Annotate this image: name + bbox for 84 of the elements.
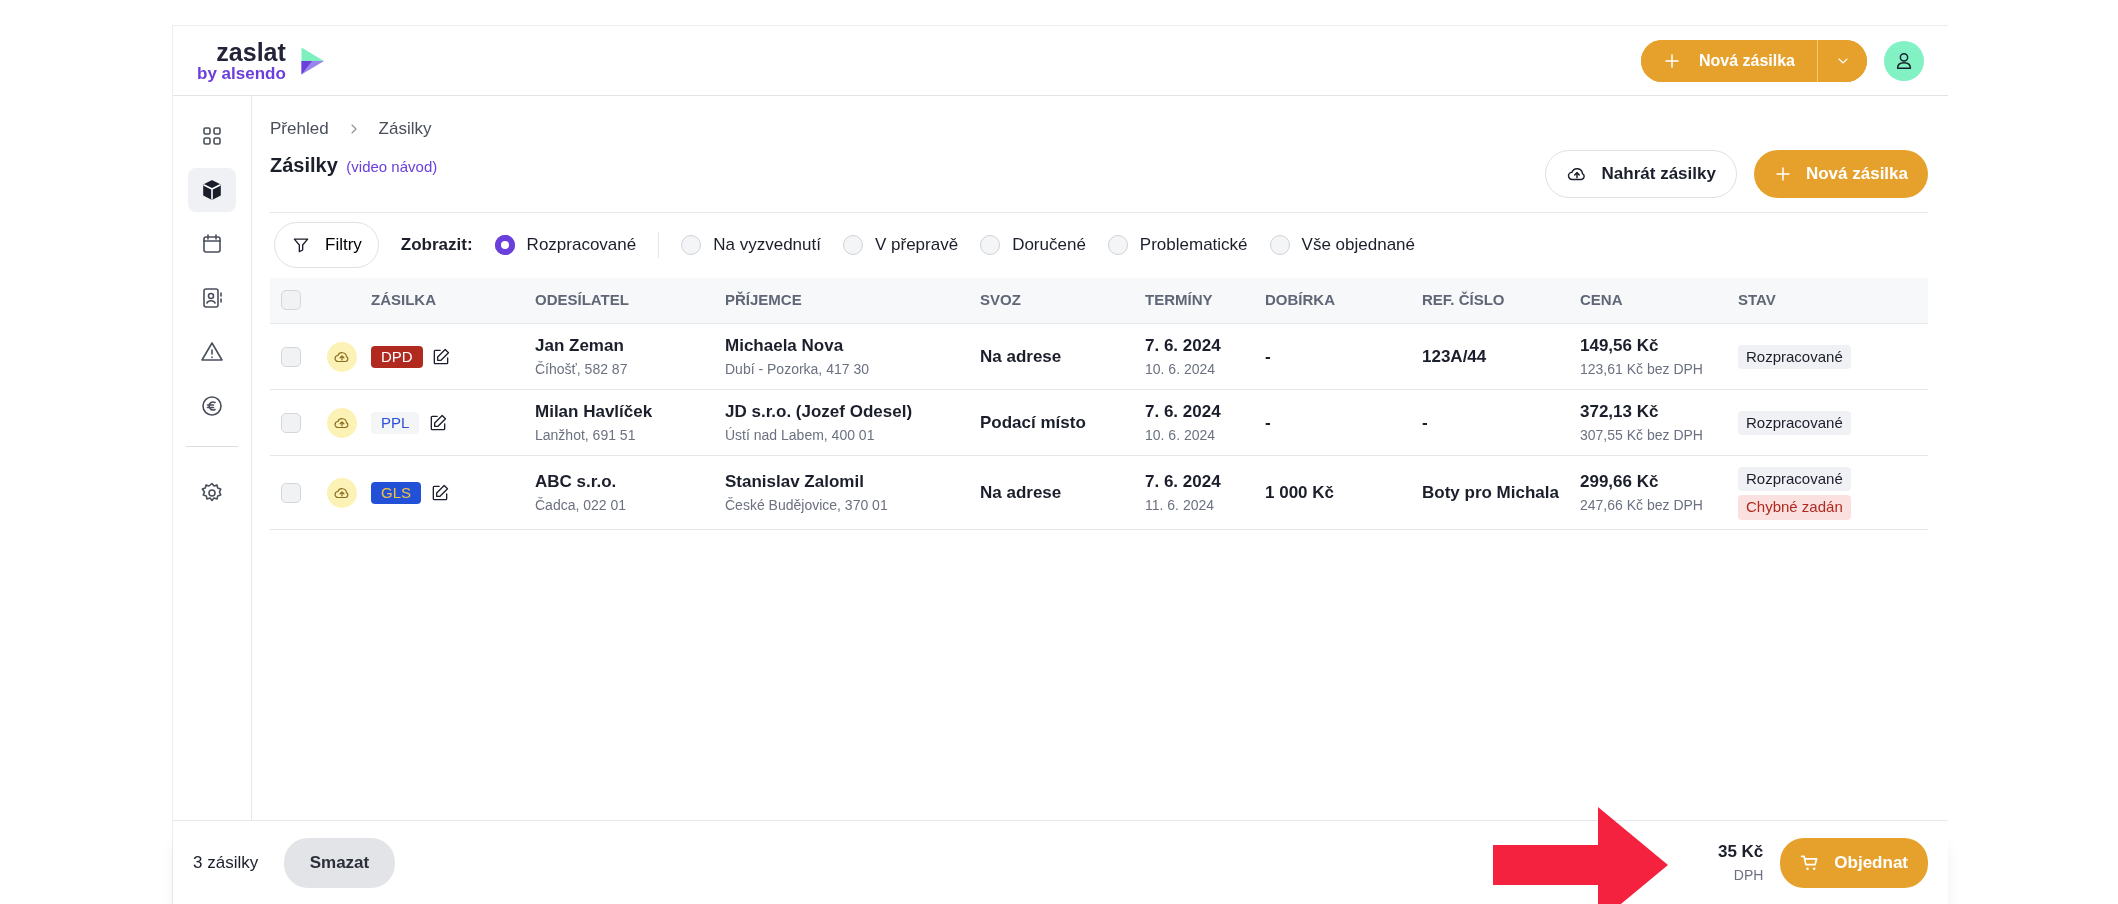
filter-label: Zobrazit: — [400, 234, 473, 257]
row-checkbox[interactable] — [281, 412, 301, 433]
logo-wordmark: zaslat — [216, 39, 286, 65]
status-filter-option[interactable]: V přepravě — [842, 232, 959, 258]
cash-on-delivery: - — [1265, 345, 1272, 368]
price: 299,66 Kč — [1580, 471, 1660, 494]
column-header: CENA — [1580, 291, 1623, 308]
grid-icon — [200, 124, 224, 148]
sidebar-item[interactable] — [188, 168, 236, 212]
row-checkbox[interactable] — [281, 482, 301, 503]
column-header: REF. ČÍSLO — [1422, 291, 1505, 308]
box-icon — [200, 178, 224, 202]
carrier-label: PPL — [371, 411, 420, 434]
date-from: 7. 6. 2024 — [1145, 471, 1222, 494]
filters-button[interactable]: Filtry — [274, 222, 379, 268]
price-without-vat: 123,61 Kč bez DPH — [1580, 359, 1704, 379]
calendar-icon — [200, 232, 224, 256]
pickup-type: Podací místo — [980, 411, 1087, 434]
sender-address: Čadca, 022 01 — [535, 495, 628, 515]
status-filter-option[interactable]: Problematické — [1107, 232, 1248, 258]
contact-card-icon — [200, 286, 224, 310]
pickup-type: Na adrese — [980, 481, 1063, 504]
plus-icon — [1662, 51, 1681, 70]
breadcrumb-link[interactable]: Přehled — [270, 116, 329, 142]
sender-address: Číhošť, 582 87 — [535, 359, 629, 379]
date-from: 7. 6. 2024 — [1145, 335, 1222, 358]
date-from: 7. 6. 2024 — [1145, 401, 1222, 424]
carrier-label: GLS — [371, 481, 421, 504]
page-title: Zásilky — [270, 152, 338, 178]
pickup-type: Na adrese — [980, 345, 1063, 368]
status-label: Chybné zadán — [1738, 495, 1851, 520]
breadcrumb-link[interactable]: Zásilky — [378, 116, 432, 142]
price: 149,56 Kč — [1580, 335, 1660, 358]
date-to: 11. 6. 2024 — [1145, 495, 1216, 515]
date-to: 10. 6. 2024 — [1145, 359, 1217, 379]
cash-on-delivery: - — [1265, 411, 1272, 434]
recipient-name: Michaela Nova — [725, 335, 845, 358]
carrier-label: DPD — [371, 345, 423, 368]
status-label: Rozpracované — [1738, 466, 1851, 491]
price-without-vat: 307,55 Kč bez DPH — [1580, 425, 1704, 445]
avatar[interactable] — [1884, 40, 1924, 81]
video-tutorial-link[interactable]: (video návod) — [346, 155, 438, 178]
date-to: 10. 6. 2024 — [1145, 425, 1217, 445]
reference-number: 123A/44 — [1422, 345, 1488, 368]
price: 372,13 Kč — [1580, 401, 1660, 424]
column-header: ZÁSILKA — [371, 291, 436, 308]
recipient-name: JD s.r.o. (Jozef Odesel) — [725, 401, 914, 424]
delete-button[interactable]: Smazat — [283, 837, 396, 888]
status-filter-option[interactable]: Doručené — [980, 232, 1086, 258]
sender-name: Milan Havlíček — [535, 401, 654, 424]
recipient-name: Stanislav Zalomil — [725, 471, 865, 494]
dropdown-toggle-button[interactable] — [1817, 39, 1867, 82]
warning-icon — [200, 340, 224, 364]
column-header: STAV — [1738, 291, 1776, 308]
status-filter-option[interactable]: Na vyzvednutí — [681, 232, 821, 258]
column-header: SVOZ — [980, 291, 1021, 308]
shipment-count: 3 zásilky — [193, 851, 259, 874]
status-label: Rozpracované — [1738, 344, 1851, 370]
status-filter-option[interactable]: Rozpracované — [494, 232, 637, 258]
reference-number: Boty pro Michala — [1422, 481, 1560, 504]
cash-on-delivery: 1 000 Kč — [1265, 481, 1335, 504]
column-header: DOBÍRKA — [1265, 291, 1335, 308]
euro-icon — [200, 394, 224, 418]
sender-name: ABC s.r.o. — [535, 471, 618, 494]
price-without-vat: 247,66 Kč bez DPH — [1580, 495, 1704, 515]
status-filter-option[interactable]: Vše objednané — [1269, 232, 1415, 258]
column-header: PŘÍJEMCE — [725, 291, 802, 308]
recipient-address: Dubí - Pozorka, 417 30 — [725, 359, 870, 379]
sender-address: Lanžhot, 691 51 — [535, 425, 637, 445]
upload-shipments-button[interactable]: Nahrát zásilky — [1544, 149, 1737, 198]
total-price: 35 Kč — [1717, 841, 1764, 864]
recipient-address: České Budějovice, 370 01 — [725, 495, 889, 515]
status-label: Rozpracované — [1738, 410, 1851, 436]
row-checkbox[interactable] — [281, 346, 301, 367]
plus-icon — [1773, 164, 1792, 183]
edit-icon[interactable] — [431, 346, 452, 367]
total-without-vat: DPH — [1733, 865, 1764, 885]
reference-number: - — [1422, 411, 1429, 434]
recipient-address: Ústí nad Labem, 400 01 — [725, 425, 876, 445]
column-header: TERMÍNY — [1145, 291, 1213, 308]
select-all-checkbox[interactable] — [281, 290, 301, 311]
column-header: ODESÍLATEL — [535, 291, 629, 308]
sender-name: Jan Zeman — [535, 335, 625, 358]
logo-tagline: by alsendo — [197, 64, 286, 82]
